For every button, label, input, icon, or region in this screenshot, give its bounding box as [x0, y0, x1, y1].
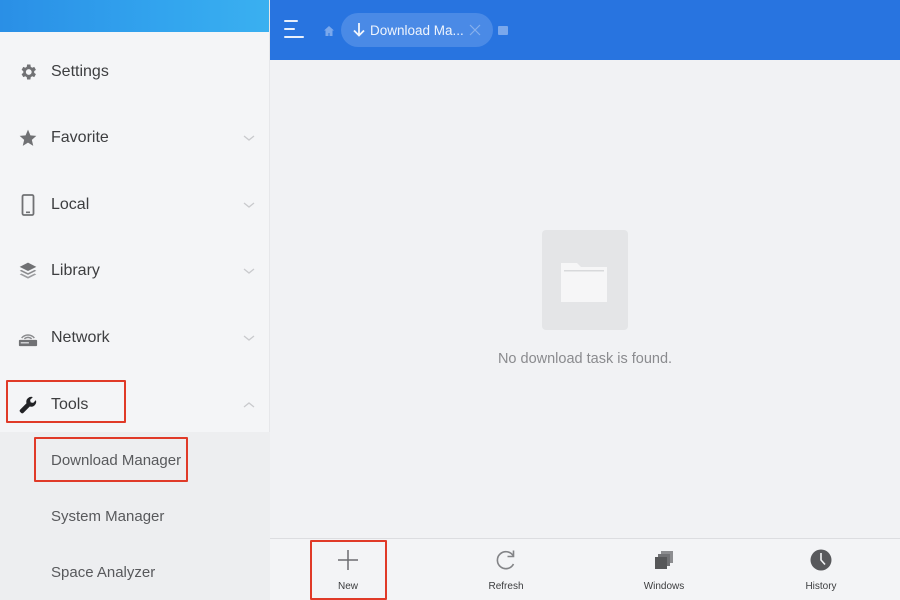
tab-label: Download Ma...	[370, 23, 464, 38]
chevron-down-icon[interactable]	[242, 131, 256, 145]
new-button[interactable]: New	[303, 539, 393, 600]
gear-icon	[17, 61, 39, 83]
hamburger-icon[interactable]	[282, 17, 306, 43]
sidebar-item-settings[interactable]: Settings	[0, 47, 270, 97]
app-window: Settings Favorite Local Library Network …	[0, 0, 900, 600]
home-icon[interactable]	[323, 25, 335, 37]
sidebar-banner	[0, 0, 269, 32]
sidebar-item-label: Settings	[51, 63, 109, 80]
router-icon	[17, 327, 39, 349]
windows-button[interactable]: Windows	[619, 539, 709, 600]
tab-switcher-icon[interactable]	[498, 26, 508, 35]
button-label: Windows	[643, 581, 685, 592]
sidebar-item-label: Tools	[51, 396, 89, 413]
sidebar-item-tools[interactable]: Tools	[0, 380, 270, 430]
star-icon	[17, 127, 39, 149]
chevron-up-icon[interactable]	[242, 398, 256, 412]
sidebar-item-label: Favorite	[51, 129, 109, 146]
top-bar: Download Ma...	[270, 0, 900, 60]
history-button[interactable]: History	[776, 539, 866, 600]
bottom-toolbar: New Refresh Windows History	[270, 538, 900, 600]
plus-icon	[338, 550, 358, 570]
button-label: History	[805, 581, 837, 592]
submenu-item-download-manager[interactable]: Download Manager	[51, 452, 181, 469]
layers-icon	[17, 260, 39, 282]
sidebar-item-label: Network	[51, 329, 110, 346]
sidebar-item-label: Local	[51, 196, 90, 213]
sidebar: Settings Favorite Local Library Network …	[0, 0, 270, 600]
refresh-button[interactable]: Refresh	[461, 539, 551, 600]
submenu-item-space-analyzer[interactable]: Space Analyzer	[51, 564, 155, 581]
button-label: Refresh	[488, 581, 524, 592]
folder-icon	[561, 263, 607, 302]
tab-download-manager[interactable]: Download Ma...	[341, 13, 493, 47]
phone-icon	[17, 194, 39, 216]
chevron-down-icon[interactable]	[242, 198, 256, 212]
submenu-item-system-manager[interactable]: System Manager	[51, 508, 164, 525]
sidebar-item-favorite[interactable]: Favorite	[0, 113, 270, 163]
windows-stack-icon	[655, 551, 673, 569]
refresh-icon	[496, 550, 515, 570]
empty-state-icon	[542, 230, 628, 330]
tools-submenu: Download Manager System Manager Space An…	[0, 432, 270, 600]
wrench-icon	[17, 394, 39, 416]
button-label: New	[337, 581, 358, 592]
download-arrow-icon	[353, 23, 365, 37]
sidebar-item-label: Library	[51, 262, 100, 279]
sidebar-item-library[interactable]: Library	[0, 246, 270, 296]
chevron-down-icon[interactable]	[242, 331, 256, 345]
clock-icon	[810, 549, 832, 571]
chevron-down-icon[interactable]	[242, 264, 256, 278]
sidebar-item-network[interactable]: Network	[0, 313, 270, 363]
empty-message: No download task is found.	[497, 351, 673, 367]
download-list-area: No download task is found.	[270, 60, 900, 538]
close-icon[interactable]	[468, 23, 482, 37]
sidebar-item-local[interactable]: Local	[0, 180, 270, 230]
